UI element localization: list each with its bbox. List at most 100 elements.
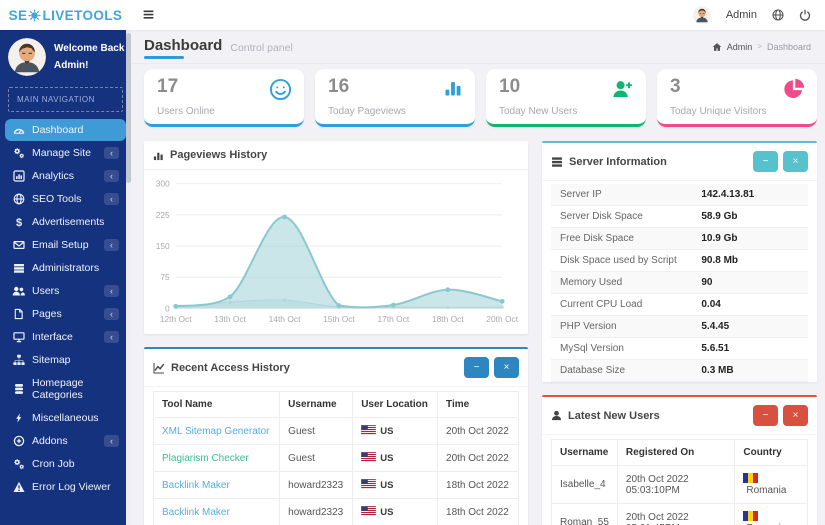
page-title: Dashboard	[144, 37, 222, 59]
panel-buttons: − ×	[753, 405, 808, 426]
sidebar-item-seo-tools[interactable]: SEO Tools ‹	[5, 188, 126, 210]
svg-text:14th Oct: 14th Oct	[269, 314, 301, 324]
sidebar-item-pages[interactable]: Pages ‹	[5, 303, 126, 325]
chevron-left-icon[interactable]: ‹	[104, 170, 119, 182]
sidebar-item-label: Pages	[32, 308, 62, 320]
sidebar-item-interface[interactable]: Interface ‹	[5, 326, 126, 348]
hamburger-icon[interactable]	[142, 8, 155, 21]
avatar[interactable]	[692, 6, 711, 24]
main-content: Dashboard Control panel Admin > Dashboar…	[131, 30, 825, 525]
panel-buttons: − ×	[753, 151, 808, 172]
table-icon	[12, 262, 25, 274]
sidebar-item-email-setup[interactable]: Email Setup ‹	[5, 234, 126, 256]
server-info-label: Disk Space used by Script	[551, 249, 693, 272]
sidebar-item-miscellaneous[interactable]: Miscellaneous	[5, 407, 126, 429]
sidebar-item-label: Miscellaneous	[32, 412, 99, 424]
stat-card-users-online[interactable]: 17 Users Online	[144, 69, 304, 127]
chevron-left-icon[interactable]: ‹	[104, 331, 119, 343]
power-icon[interactable]	[799, 9, 811, 21]
server-info-row: Free Disk Space 10.9 Gb	[551, 227, 808, 250]
server-info-row: MySql Version 5.6.51	[551, 337, 808, 360]
stat-card-today-new-users[interactable]: 10 Today New Users	[486, 69, 646, 127]
sidebar-item-cron-job[interactable]: Cron Job	[5, 453, 126, 475]
sidebar-item-advertisements[interactable]: $ Advertisements	[5, 211, 126, 233]
page-head: Dashboard Control panel Admin > Dashboar…	[131, 30, 825, 64]
topbar: SE LIVETOOLS Admin	[0, 0, 825, 30]
time-cell: 18th Oct 2022	[437, 471, 519, 499]
sidebar-item-analytics[interactable]: Analytics ‹	[5, 165, 126, 187]
sidebar-item-addons[interactable]: Addons ‹	[5, 430, 126, 452]
chevron-left-icon[interactable]: ‹	[104, 435, 119, 447]
chevron-left-icon[interactable]: ‹	[104, 285, 119, 297]
time-cell: 20th Oct 2022	[437, 444, 519, 472]
sidebar-item-label: Dashboard	[32, 124, 84, 136]
chevron-left-icon[interactable]: ‹	[104, 193, 119, 205]
server-info-row: Database Size 0.3 MB	[551, 359, 808, 382]
chevron-left-icon[interactable]: ‹	[104, 308, 119, 320]
table-row: Backlink Maker howard2323 US 18th Oct 2022	[152, 471, 519, 499]
sidebar-item-administrators[interactable]: Administrators	[5, 257, 126, 279]
server-info-label: Current CPU Load	[551, 293, 693, 316]
chevron-left-icon[interactable]: ‹	[104, 239, 119, 251]
logo[interactable]: SE LIVETOOLS	[0, 0, 131, 30]
server-icon	[551, 156, 563, 168]
sidebar-item-label: Error Log Viewer	[32, 481, 111, 493]
sidebar-item-label: SEO Tools	[32, 193, 82, 205]
server-info-value: 58.9 Gb	[692, 205, 808, 228]
sun-icon	[28, 9, 41, 22]
sidebar-item-dashboard[interactable]: Dashboard	[5, 119, 126, 141]
sidebar-welcome: Welcome Back Admin!	[0, 30, 131, 82]
server-info-value: 90	[692, 271, 808, 294]
svg-text:13th Oct: 13th Oct	[214, 314, 246, 324]
page-subtitle: Control panel	[230, 42, 293, 54]
file-icon	[12, 308, 25, 320]
close-button[interactable]: ×	[783, 151, 808, 172]
tool-link[interactable]: Plagiarism Checker	[162, 453, 249, 464]
breadcrumb: Admin > Dashboard	[712, 42, 811, 52]
stat-label: Today Pageviews	[328, 106, 406, 117]
column-header: Country	[734, 439, 808, 466]
main-grid: Pageviews History 0 75 150 225 300 12th Oct 13…	[131, 127, 825, 525]
breadcrumb-admin[interactable]: Admin	[727, 42, 753, 52]
line-chart-icon	[153, 362, 165, 374]
user-name[interactable]: Admin	[726, 9, 757, 21]
country-cell: Romania	[734, 503, 808, 525]
latest-users-table-body: Isabelle_4 20th Oct 2022 05:03:10PM Roman…	[551, 465, 808, 525]
collapse-button[interactable]: −	[753, 151, 778, 172]
collapse-button[interactable]: −	[753, 405, 778, 426]
table-row: Isabelle_4 20th Oct 2022 05:03:10PM Roman…	[551, 465, 808, 504]
tool-link[interactable]: Backlink Maker	[162, 507, 230, 518]
gauge-icon	[12, 124, 25, 136]
sidebar-item-label: Cron Job	[32, 458, 75, 470]
close-button[interactable]: ×	[783, 405, 808, 426]
registered-cell: 20th Oct 2022 05:03:10PM	[616, 465, 736, 504]
sidebar-item-error-log-viewer[interactable]: Error Log Viewer	[5, 476, 126, 498]
us-flag-icon	[361, 478, 377, 490]
pageviews-panel-title: Pageviews History	[170, 149, 268, 161]
sidebar-item-homepage-categories[interactable]: Homepage Categories	[5, 372, 126, 406]
collapse-button[interactable]: −	[464, 357, 489, 378]
bar-chart-icon	[443, 78, 463, 98]
globe-icon[interactable]	[772, 9, 784, 21]
tool-link[interactable]: XML Sitemap Generator	[162, 426, 269, 437]
location-cell: US	[352, 498, 439, 525]
svg-text:0: 0	[165, 303, 170, 313]
server-info-row: Server IP 142.4.13.81	[551, 184, 808, 206]
location-cell: US	[352, 471, 439, 499]
tool-link[interactable]: Backlink Maker	[162, 480, 230, 491]
stat-card-today-unique-visitors[interactable]: 3 Today Unique Visitors	[657, 69, 817, 127]
location-cell: US	[352, 417, 439, 445]
stat-value: 17	[157, 76, 179, 97]
sidebar-item-label: Addons	[32, 435, 68, 447]
close-button[interactable]: ×	[494, 357, 519, 378]
sidebar-item-sitemap[interactable]: Sitemap	[5, 349, 126, 371]
server-info-label: PHP Version	[551, 315, 693, 338]
server-info-table-body: Server IP 142.4.13.81 Server Disk Space 58.…	[551, 184, 808, 382]
table-row: Plagiarism Checker Guest US 20th Oct 2022	[152, 444, 519, 472]
stat-card-today-pageviews[interactable]: 16 Today Pageviews	[315, 69, 475, 127]
chevron-left-icon[interactable]: ‹	[104, 147, 119, 159]
sidebar-item-users[interactable]: Users ‹	[5, 280, 126, 302]
avatar	[8, 38, 46, 76]
sidebar-item-manage-site[interactable]: Manage Site ‹	[5, 142, 126, 164]
column-header: User Location	[352, 391, 439, 418]
